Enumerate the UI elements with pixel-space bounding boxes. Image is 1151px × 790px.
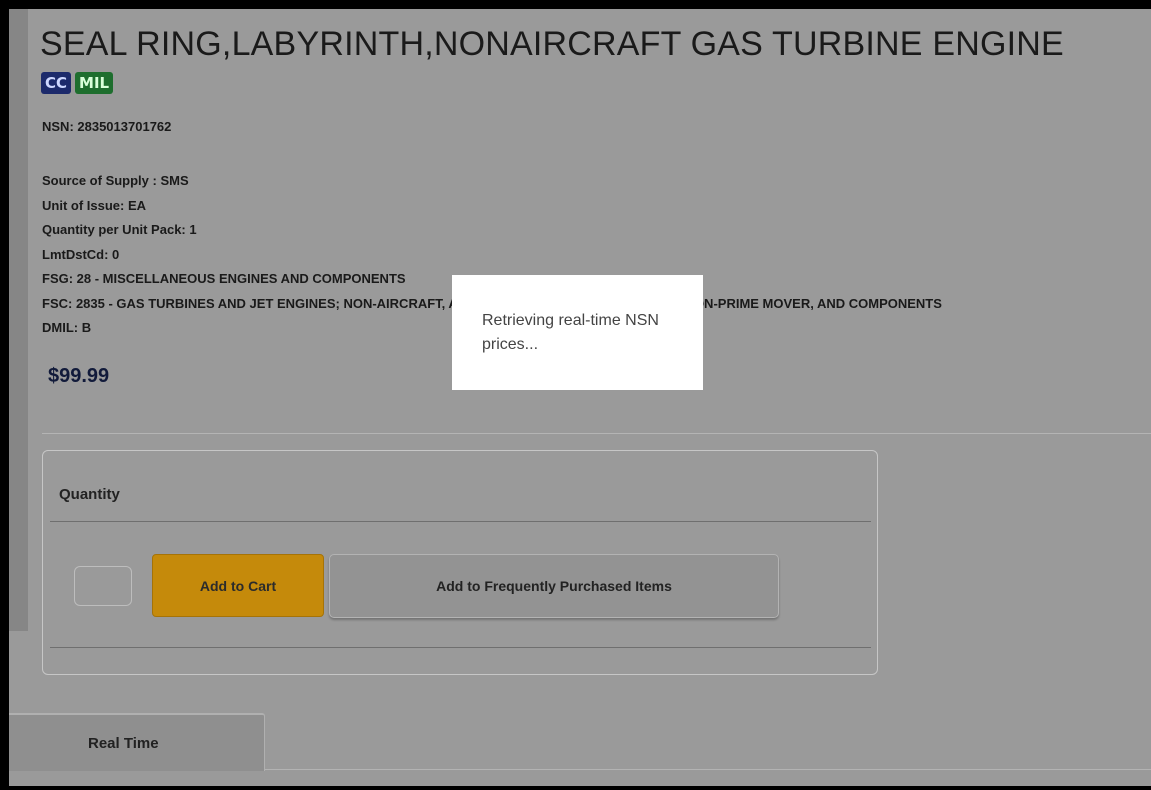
quantity-panel: Quantity Add to Cart Add to Frequently P… bbox=[42, 450, 878, 675]
nsn-number: NSN: 2835013701762 bbox=[42, 119, 172, 134]
loading-message: Retrieving real-time NSN prices... bbox=[482, 312, 659, 353]
product-price: $99.99 bbox=[48, 365, 110, 387]
quantity-divider-bottom bbox=[50, 647, 871, 648]
product-badges: CC MIL bbox=[41, 72, 114, 94]
quantity-label: Quantity bbox=[59, 486, 120, 503]
add-to-cart-button[interactable]: Add to Cart bbox=[152, 554, 324, 617]
section-divider bbox=[42, 433, 1151, 434]
cc-badge: CC bbox=[41, 72, 72, 94]
source-of-supply: Source of Supply : SMS bbox=[42, 173, 189, 188]
product-title: SEAL RING,LABYRINTH,NONAIRCRAFT GAS TURB… bbox=[40, 25, 1064, 63]
quantity-per-unit-pack: Quantity per Unit Pack: 1 bbox=[42, 222, 197, 237]
left-sidebar-stripe bbox=[9, 9, 28, 631]
product-detail-panel: SEAL RING,LABYRINTH,NONAIRCRAFT GAS TURB… bbox=[9, 9, 1151, 786]
tab-real-time[interactable]: Real Time bbox=[9, 713, 265, 771]
quantity-input[interactable] bbox=[74, 566, 132, 606]
add-to-frequently-purchased-button[interactable]: Add to Frequently Purchased Items bbox=[329, 554, 779, 618]
lmt-dst-cd: LmtDstCd: 0 bbox=[42, 246, 120, 262]
unit-of-issue: Unit of Issue: EA bbox=[42, 197, 147, 213]
page-frame: SEAL RING,LABYRINTH,NONAIRCRAFT GAS TURB… bbox=[0, 0, 1151, 790]
loading-modal: Retrieving real-time NSN prices... bbox=[452, 275, 703, 390]
mil-badge: MIL bbox=[75, 72, 114, 94]
quantity-divider-top bbox=[50, 521, 871, 522]
